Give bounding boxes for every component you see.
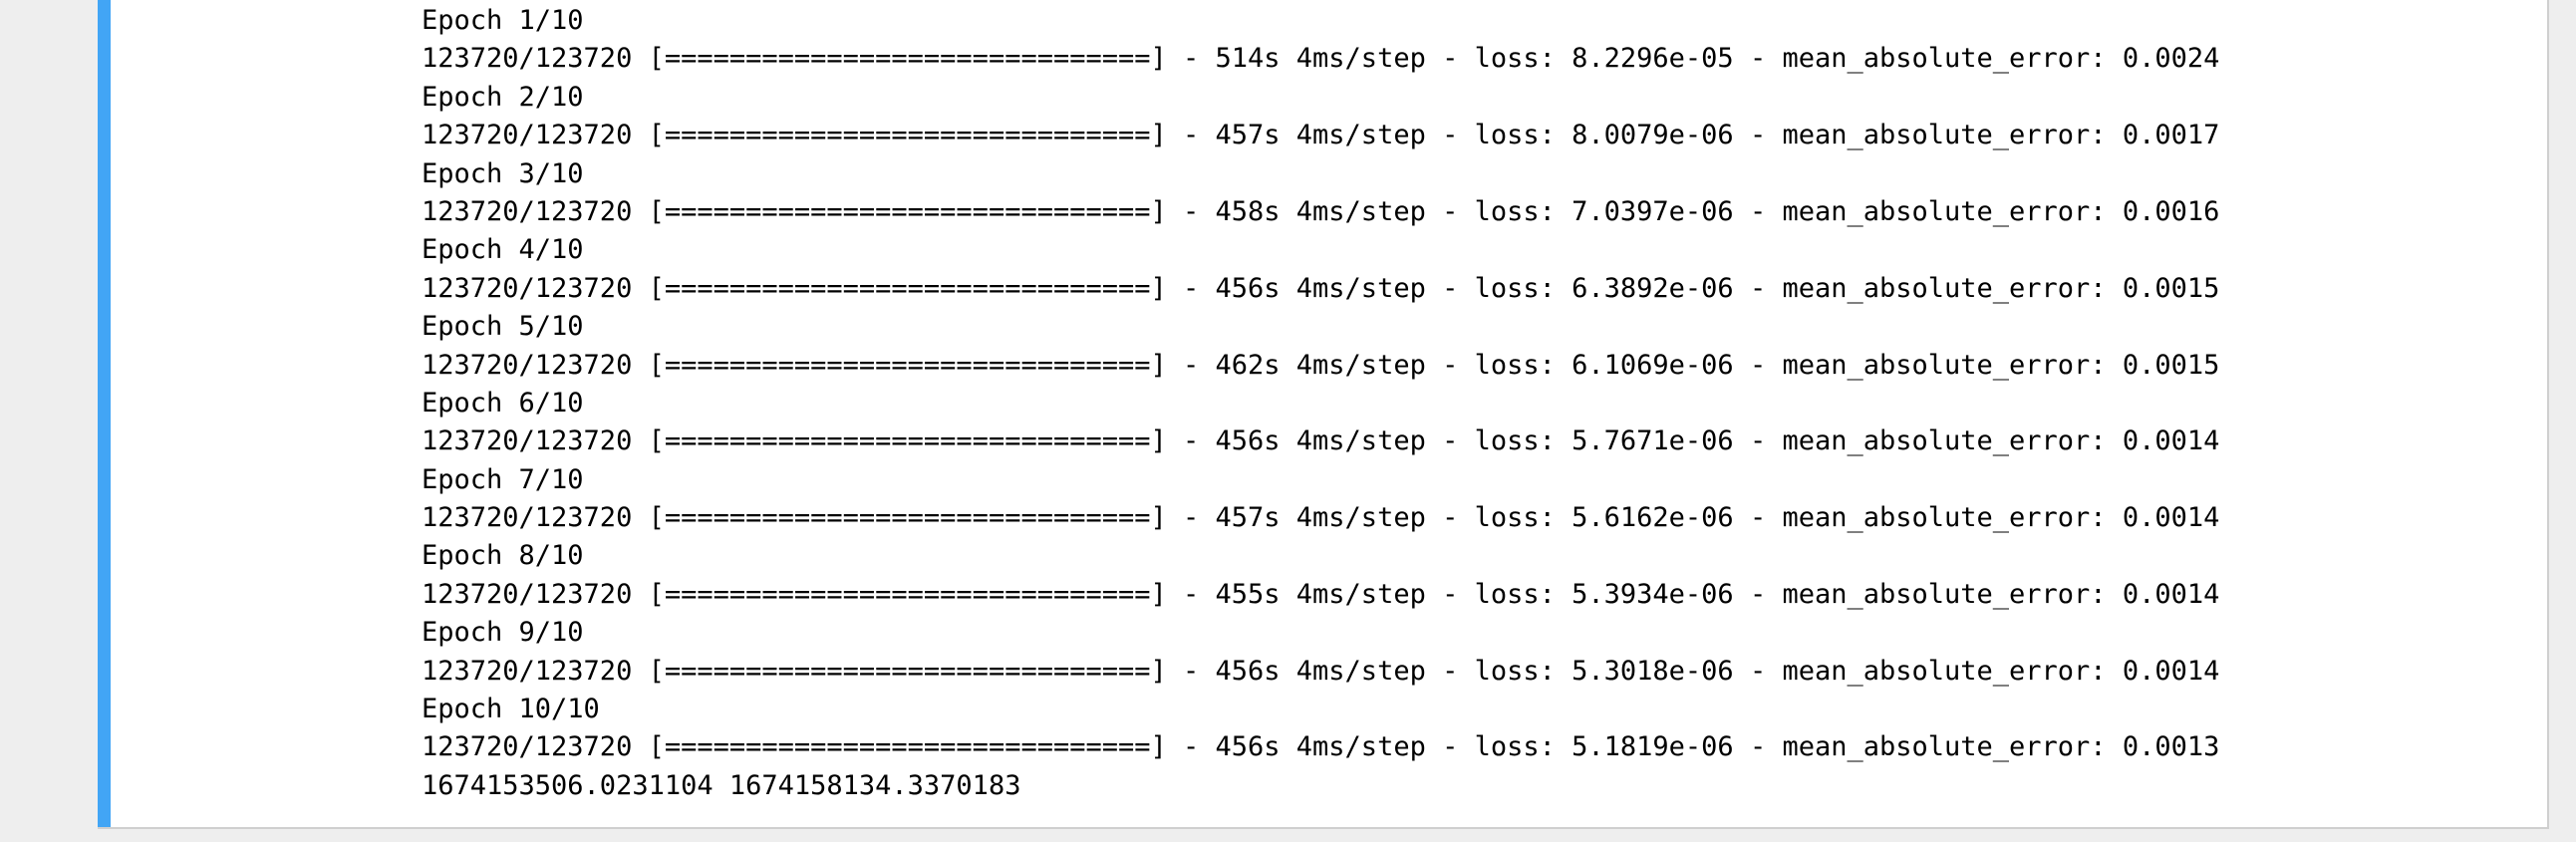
output-line-progress-4: 123720/123720 [=========================…: [422, 272, 2220, 304]
output-line-epoch-3: Epoch 3/10: [422, 157, 584, 189]
output-line-progress-1: 123720/123720 [=========================…: [422, 43, 2220, 75]
output-line-epoch-2: Epoch 2/10: [422, 81, 584, 113]
output-line-progress-9: 123720/123720 [=========================…: [422, 655, 2220, 687]
output-line-progress-6: 123720/123720 [=========================…: [422, 425, 2220, 457]
output-line-epoch-10: Epoch 10/10: [422, 694, 600, 725]
output-line-epoch-7: Epoch 7/10: [422, 463, 584, 495]
output-line-epoch-1: Epoch 1/10: [422, 5, 584, 36]
output-line-timestamps: 1674153506.0231104 1674158134.3370183: [422, 769, 1021, 801]
output-line-progress-3: 123720/123720 [=========================…: [422, 195, 2220, 227]
cell-output-area: Epoch 1/10 123720/123720 [==============…: [422, 2, 2507, 817]
notebook-output-cell[interactable]: Epoch 1/10 123720/123720 [==============…: [98, 0, 2549, 829]
output-line-progress-5: 123720/123720 [=========================…: [422, 349, 2220, 381]
output-line-progress-2: 123720/123720 [=========================…: [422, 120, 2220, 151]
output-line-epoch-4: Epoch 4/10: [422, 234, 584, 266]
notebook-page: Epoch 1/10 123720/123720 [==============…: [34, 0, 2576, 842]
selected-cell-indicator: [98, 0, 111, 827]
output-line-progress-10: 123720/123720 [=========================…: [422, 731, 2220, 763]
output-line-progress-7: 123720/123720 [=========================…: [422, 502, 2220, 534]
output-line-epoch-6: Epoch 6/10: [422, 387, 584, 419]
output-line-progress-8: 123720/123720 [=========================…: [422, 578, 2220, 610]
output-line-epoch-5: Epoch 5/10: [422, 311, 584, 343]
output-line-epoch-8: Epoch 8/10: [422, 540, 584, 572]
output-line-epoch-9: Epoch 9/10: [422, 617, 584, 649]
